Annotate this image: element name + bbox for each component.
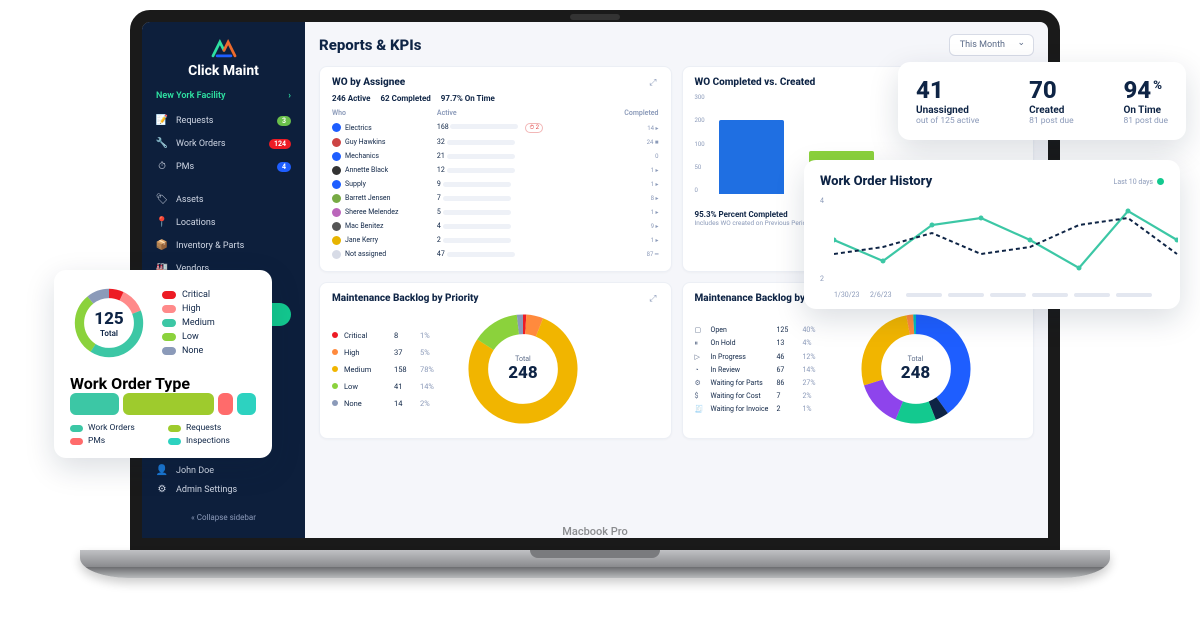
kpi-ontime: 94%On Time81 post due	[1123, 76, 1168, 126]
meta-active: 246 Active	[332, 94, 370, 103]
legend-item: High	[162, 302, 215, 316]
legend-item: Requests	[168, 423, 256, 433]
kpi-overlay-card: 41Unassignedout of 125 active 70Created8…	[898, 62, 1186, 140]
brand-block: Click Maint	[142, 32, 305, 91]
sidebar-item-inventory-parts[interactable]: 📦 Inventory & Parts	[142, 234, 305, 257]
list-item: None142%	[332, 395, 434, 412]
sidebar-item-locations[interactable]: 📍 Locations	[142, 211, 305, 234]
meta-completed: 62 Completed	[380, 94, 430, 103]
priority-overlay-card: 125Total CriticalHighMediumLowNone Work …	[54, 270, 272, 458]
page-title: Reports & KPIs	[319, 36, 421, 54]
avatar-icon: 👤	[156, 465, 168, 476]
nav-label: Requests	[176, 116, 213, 126]
table-row[interactable]: Guy Hawkins 32 24 ■	[332, 135, 659, 149]
table-row[interactable]: Jane Kerry 2 1 ▸	[332, 233, 659, 247]
table-row[interactable]: Supply 9 1 ▸	[332, 177, 659, 191]
table-row[interactable]: Mechanics 21 0	[332, 149, 659, 163]
legend-item: PMs	[70, 436, 158, 446]
list-item: High375%	[332, 344, 434, 361]
wot-title: Work Order Type	[70, 374, 256, 393]
legend-item: Low	[162, 330, 215, 344]
user-menu[interactable]: 👤 John Doe	[156, 461, 291, 480]
card-title: Work Order History	[820, 174, 932, 189]
assignee-table: WhoActiveCompleted Electrics 168 ⏱ 2 14 …	[332, 109, 659, 261]
donut-status: Total248	[857, 310, 975, 428]
nav-badge: 3	[277, 116, 291, 126]
list-item: ⏸On Hold134%	[695, 336, 827, 350]
legend-item: Work Orders	[70, 423, 158, 433]
table-row[interactable]: Not assigned 47 87 ━	[332, 247, 659, 261]
nav-icon: 🔧	[156, 138, 168, 149]
table-row[interactable]: Annette Black 12 1 ▸	[332, 163, 659, 177]
card-title: Maintenance Backlog by Priority	[332, 293, 479, 304]
sidebar-item-requests[interactable]: 📝 Requests 3	[142, 109, 305, 132]
table-row[interactable]: Mac Benitez 4 9 ▸	[332, 219, 659, 233]
nav-icon: 📍	[156, 217, 168, 228]
nav-icon: ⏱	[156, 161, 168, 172]
period-select[interactable]: This Month	[949, 34, 1034, 56]
nav-label: PMs	[176, 162, 194, 172]
nav-icon: 📝	[156, 115, 168, 126]
list-item: ▷In Progress4612%	[695, 350, 827, 363]
card-title: WO by Assignee	[332, 77, 405, 88]
line-chart: 42 1/30/232/6/23	[820, 197, 1164, 299]
expand-icon[interactable]: ⤢	[649, 294, 658, 304]
nav-label: Assets	[176, 195, 204, 205]
donut-priority-small: 125Total	[70, 284, 148, 362]
list-item: Medium15878%	[332, 361, 434, 378]
nav-icon: 🏷	[156, 194, 168, 205]
list-item: $Waiting for Cost72%	[695, 389, 827, 402]
nav-label: Locations	[176, 218, 215, 228]
legend-item: Critical	[162, 288, 215, 302]
facility-label: New York Facility	[156, 91, 226, 101]
legend-item: Inspections	[168, 436, 256, 446]
gear-icon: ⚙	[156, 484, 168, 495]
list-item: Critical81%	[332, 327, 434, 344]
device-label: Macbook Pro	[562, 525, 627, 538]
card-backlog-priority: Maintenance Backlog by Priority ⤢ Critica…	[319, 282, 672, 439]
nav-label: Work Orders	[176, 139, 226, 149]
nav-badge: 124	[269, 139, 291, 149]
nav-label: Admin Settings	[176, 485, 237, 495]
table-row[interactable]: Barrett Jensen 7 8 ▸	[332, 191, 659, 205]
sidebar-item-work-orders[interactable]: 🔧 Work Orders 124	[142, 132, 305, 155]
sidebar-item-pms[interactable]: ⏱ PMs 4	[142, 155, 305, 178]
list-item: ▢Open12540%	[695, 323, 827, 336]
list-item: ◔In Review6714%	[695, 363, 827, 376]
history-overlay-card: Work Order HistoryLast 10 days 42 1/30/2…	[804, 160, 1180, 309]
expand-icon[interactable]: ⤢	[649, 78, 658, 88]
wot-stacked-bar	[70, 393, 256, 415]
list-item: ⚙Waiting for Parts8627%	[695, 376, 827, 389]
meta-ontime: 97.7% On Time	[441, 94, 495, 103]
chevron-right-icon: ›	[288, 91, 291, 101]
status-dot-icon	[1157, 178, 1164, 185]
legend-item: Medium	[162, 316, 215, 330]
nav-admin-settings[interactable]: ⚙ Admin Settings	[156, 480, 291, 499]
card-wo-by-assignee: WO by Assignee⤢ 246 Active 62 Completed …	[319, 66, 672, 272]
kpi-unassigned: 41Unassignedout of 125 active	[916, 76, 979, 126]
donut-priority: Total248	[464, 310, 582, 428]
sidebar-item-assets[interactable]: 🏷 Assets	[142, 188, 305, 211]
card-title: WO Completed vs. Created	[695, 77, 816, 88]
nav-label: Inventory & Parts	[176, 241, 244, 251]
table-row[interactable]: Electrics 168 ⏱ 2 14 ▸	[332, 120, 659, 135]
nav-badge: 4	[277, 162, 291, 172]
brand-logo-icon	[210, 38, 238, 60]
list-item: 🧾Waiting for Invoice21%	[695, 402, 827, 415]
kpi-created: 70Created81 post due	[1029, 76, 1074, 126]
list-item: Low4114%	[332, 378, 434, 395]
user-name: John Doe	[176, 466, 214, 476]
brand-name: Click Maint	[188, 63, 259, 79]
legend-item: None	[162, 344, 215, 358]
facility-selector[interactable]: New York Facility ›	[142, 91, 305, 109]
collapse-sidebar-button[interactable]: « Collapse sidebar	[142, 507, 305, 528]
table-row[interactable]: Sheree Melendez 5 1 ▸	[332, 205, 659, 219]
nav-icon: 📦	[156, 240, 168, 251]
